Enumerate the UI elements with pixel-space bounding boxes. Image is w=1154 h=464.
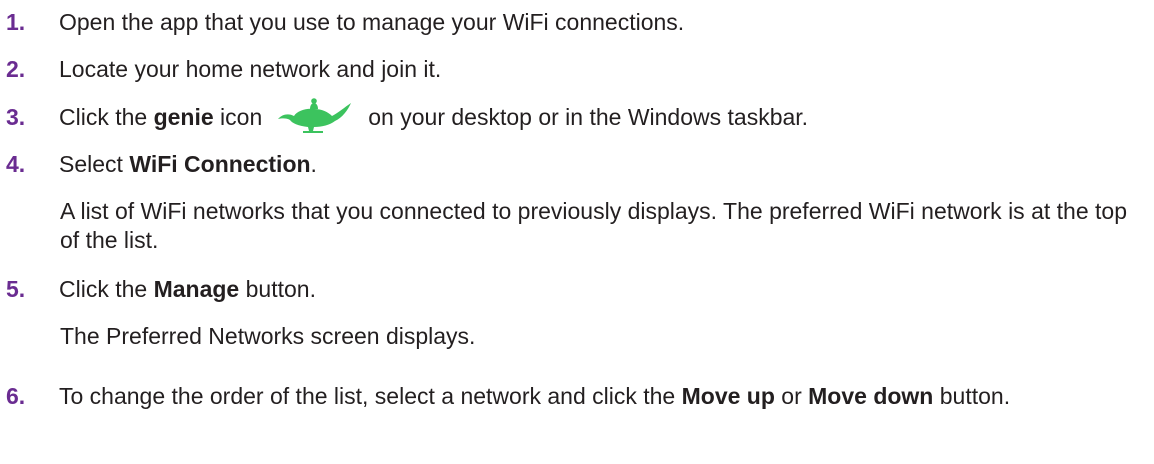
step-number: 3. (6, 104, 26, 130)
manage-label: Manage (153, 276, 240, 302)
step-number: 2. (6, 56, 26, 82)
wifi-connection-label: WiFi Connection (129, 151, 311, 177)
step-text-suffix: on your desktop or in the Windows taskba… (368, 104, 809, 130)
step-text-prefix: Click the (59, 276, 154, 302)
step-text: Select WiFi Connection. (59, 150, 1146, 179)
step-3: 3. Click the genie icon on your desktop … (6, 98, 1146, 133)
step-text-middle: icon (213, 104, 263, 130)
step-6: 6. To change the order of the list, sele… (6, 382, 1146, 411)
move-down-label: Move down (808, 383, 934, 409)
step-text: Click the Manage button. (59, 275, 1146, 304)
genie-lamp-icon (276, 97, 354, 133)
step-text-prefix: Select (59, 151, 130, 177)
step-text-prefix: To change the order of the list, select … (59, 383, 682, 409)
step-text-middle: or (774, 383, 809, 409)
step-number: 4. (6, 151, 26, 177)
step-text: Open the app that you use to manage your… (59, 9, 685, 35)
move-up-label: Move up (681, 383, 775, 409)
genie-label: genie (153, 104, 214, 130)
step-4-note: A list of WiFi networks that you connect… (60, 198, 1127, 253)
step-5: 5. Click the Manage button. (6, 275, 1146, 304)
step-text-suffix: button. (933, 383, 1011, 409)
step-text: Click the genie icon on your desktop or … (59, 98, 1146, 133)
step-number: 6. (6, 383, 26, 409)
step-1: 1. Open the app that you use to manage y… (6, 8, 1146, 37)
step-number: 1. (6, 9, 26, 35)
step-2: 2. Locate your home network and join it. (6, 55, 1146, 84)
step-5-note: The Preferred Networks screen displays. (60, 323, 476, 349)
step-text-prefix: Click the (59, 104, 154, 130)
step-number: 5. (6, 276, 26, 302)
step-text: Locate your home network and join it. (59, 56, 442, 82)
step-text-suffix: button. (239, 276, 316, 302)
step-text-suffix: . (310, 151, 317, 177)
step-4: 4. Select WiFi Connection. (6, 150, 1146, 179)
step-text: To change the order of the list, select … (59, 382, 1146, 411)
